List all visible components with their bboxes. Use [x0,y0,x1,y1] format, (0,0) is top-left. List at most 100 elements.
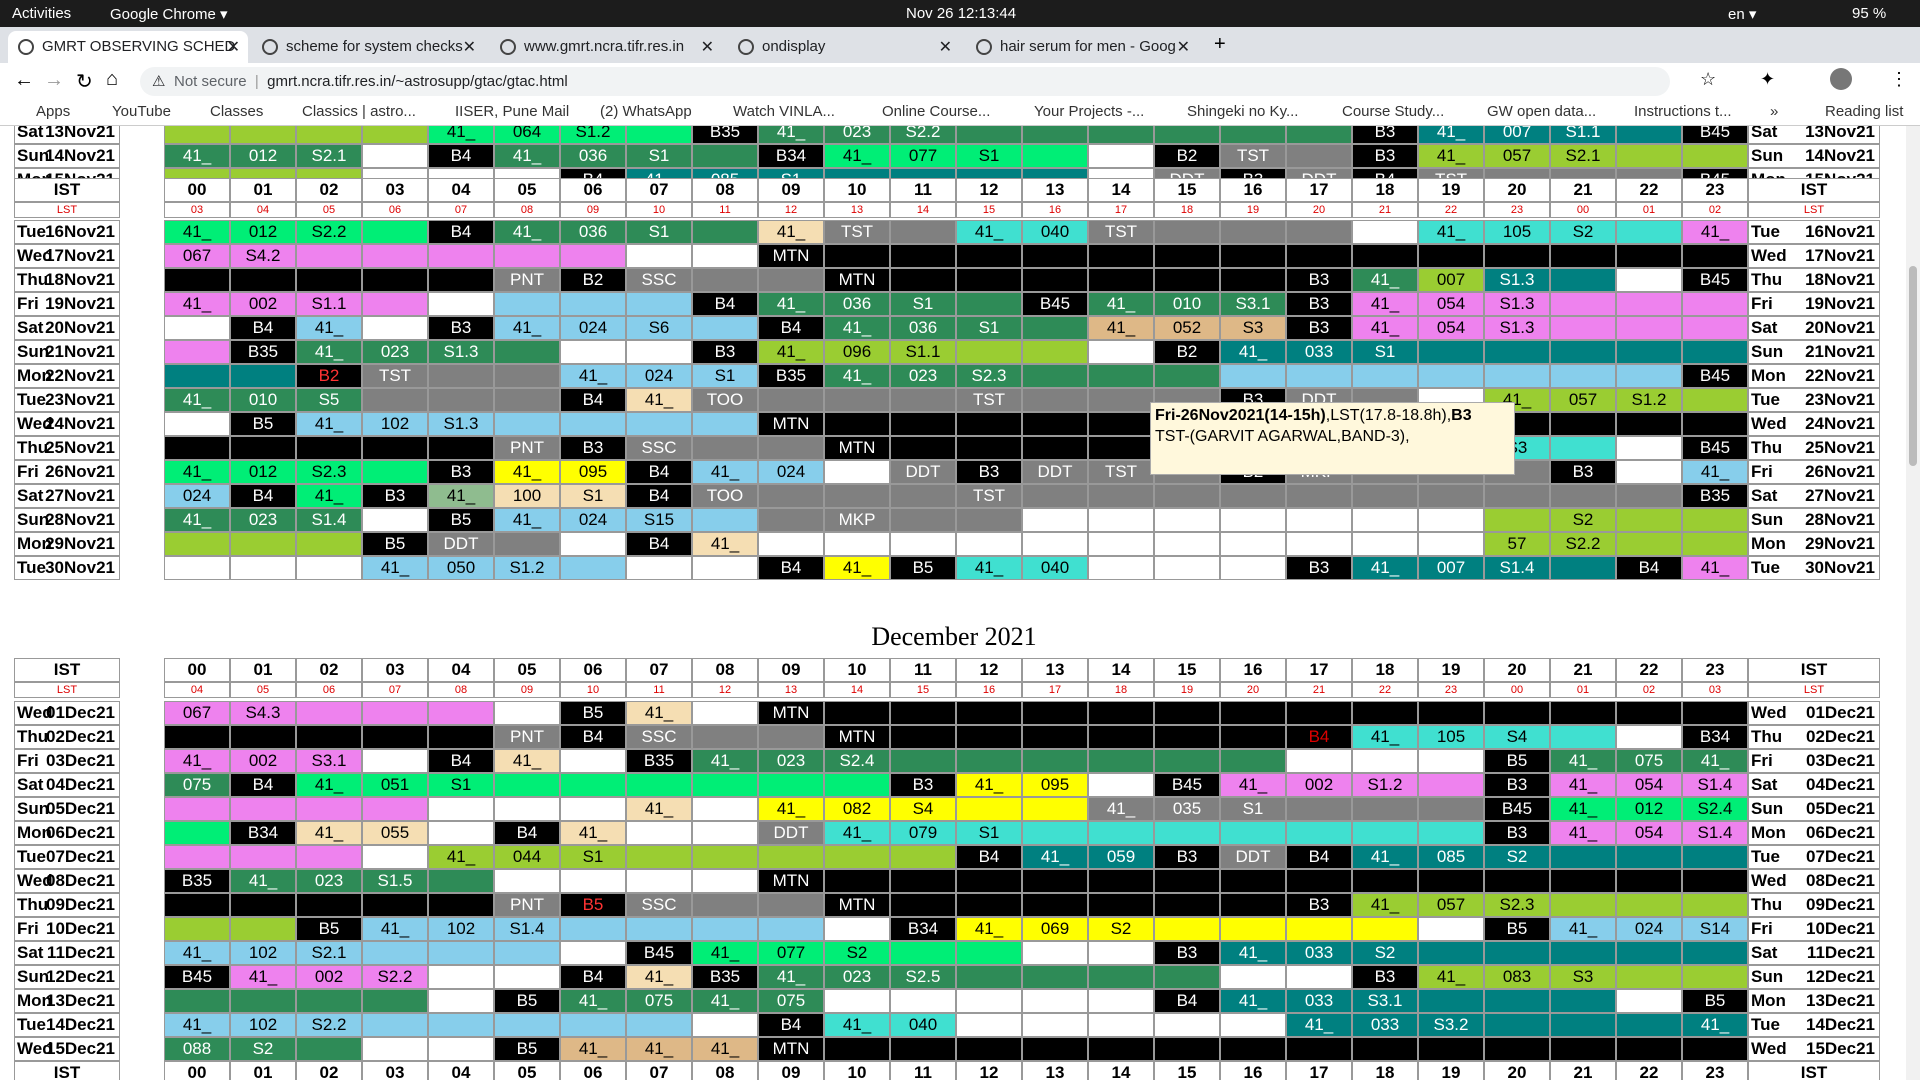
slot-cell[interactable]: B3 [1286,556,1352,580]
slot-cell[interactable] [494,532,560,556]
slot-cell[interactable] [1022,532,1088,556]
slot-cell[interactable] [362,508,428,532]
slot-cell[interactable] [362,126,428,144]
slot-cell[interactable] [1682,292,1748,316]
slot-cell[interactable] [1418,244,1484,268]
slot-cell[interactable]: S2 [1352,941,1418,965]
slot-cell[interactable]: DDT [1022,460,1088,484]
slot-cell[interactable]: B45 [1682,126,1748,144]
slot-cell[interactable]: 41_ [1682,556,1748,580]
slot-cell[interactable] [1616,869,1682,893]
slot-cell[interactable]: B2 [560,268,626,292]
slot-cell[interactable]: 41_ [494,316,560,340]
slot-cell[interactable]: 007 [1418,268,1484,292]
slot-cell[interactable] [1682,340,1748,364]
slot-cell[interactable]: 010 [230,388,296,412]
close-icon[interactable]: ✕ [701,37,714,57]
slot-cell[interactable]: B34 [890,917,956,941]
slot-cell[interactable] [1088,701,1154,725]
slot-cell[interactable]: S1.5 [362,869,428,893]
slot-cell[interactable] [230,917,296,941]
slot-cell[interactable]: B3 [956,460,1022,484]
slot-cell[interactable] [1550,316,1616,340]
slot-cell[interactable] [1022,797,1088,821]
slot-cell[interactable]: 41_ [1550,773,1616,797]
slot-cell[interactable] [230,364,296,388]
slot-cell[interactable] [1088,532,1154,556]
slot-cell[interactable] [164,268,230,292]
slot-cell[interactable]: 41_ [758,220,824,244]
slot-cell[interactable]: 41_ [1550,797,1616,821]
slot-cell[interactable]: S1 [626,144,692,168]
slot-cell[interactable] [230,268,296,292]
slot-cell[interactable] [164,917,230,941]
slot-cell[interactable]: S1.1 [1550,126,1616,144]
slot-cell[interactable]: 055 [362,821,428,845]
slot-cell[interactable] [164,126,230,144]
slot-cell[interactable] [758,388,824,412]
slot-cell[interactable]: TST [824,220,890,244]
slot-cell[interactable] [362,989,428,1013]
slot-cell[interactable] [1550,364,1616,388]
slot-cell[interactable] [626,845,692,869]
slot-cell[interactable]: 41_ [494,144,560,168]
slot-cell[interactable]: 024 [758,460,824,484]
slot-cell[interactable] [1616,364,1682,388]
slot-cell[interactable] [428,893,494,917]
slot-cell[interactable] [1220,268,1286,292]
slot-cell[interactable] [1154,484,1220,508]
slot-cell[interactable] [692,436,758,460]
slot-cell[interactable] [692,144,758,168]
slot-cell[interactable]: 036 [824,292,890,316]
slot-cell[interactable] [1220,126,1286,144]
slot-cell[interactable]: B3 [1154,845,1220,869]
slot-cell[interactable]: S2.3 [1484,893,1550,917]
slot-cell[interactable]: 41_ [758,965,824,989]
slot-cell[interactable]: B45 [1022,292,1088,316]
slot-cell[interactable] [560,797,626,821]
slot-cell[interactable] [1088,965,1154,989]
slot-cell[interactable]: S4 [890,797,956,821]
slot-cell[interactable] [890,268,956,292]
slot-cell[interactable] [824,869,890,893]
slot-cell[interactable]: B4 [1616,556,1682,580]
slot-cell[interactable]: 075 [1616,749,1682,773]
slot-cell[interactable] [692,797,758,821]
slot-cell[interactable] [1088,484,1154,508]
slot-cell[interactable]: 41_ [494,220,560,244]
slot-cell[interactable] [362,268,428,292]
slot-cell[interactable] [956,941,1022,965]
slot-cell[interactable] [1418,701,1484,725]
slot-cell[interactable]: TST [1220,144,1286,168]
slot-cell[interactable] [362,460,428,484]
slot-cell[interactable]: 057 [1418,893,1484,917]
slot-cell[interactable] [1352,917,1418,941]
slot-cell[interactable]: 41_ [626,388,692,412]
slot-cell[interactable] [1550,292,1616,316]
slot-cell[interactable]: 100 [494,484,560,508]
slot-cell[interactable] [1616,460,1682,484]
slot-cell[interactable] [956,340,1022,364]
slot-cell[interactable] [428,1013,494,1037]
slot-cell[interactable] [362,797,428,821]
slot-cell[interactable] [758,508,824,532]
slot-cell[interactable] [362,292,428,316]
slot-cell[interactable]: 057 [1484,144,1550,168]
slot-cell[interactable] [296,1037,362,1061]
slot-cell[interactable] [494,965,560,989]
slot-cell[interactable] [1418,508,1484,532]
slot-cell[interactable]: 41_ [824,144,890,168]
slot-cell[interactable]: 054 [1616,821,1682,845]
slot-cell[interactable] [1022,965,1088,989]
tab-4[interactable]: hair serum for men - Goog ✕ [966,31,1198,63]
slot-cell[interactable] [494,797,560,821]
slot-cell[interactable]: B4 [428,749,494,773]
bookmark-item[interactable]: Your Projects -... [1034,103,1144,120]
slot-cell[interactable] [824,917,890,941]
slot-cell[interactable] [758,725,824,749]
slot-cell[interactable] [1484,869,1550,893]
slot-cell[interactable]: 41_ [296,316,362,340]
slot-cell[interactable] [1550,869,1616,893]
slot-cell[interactable]: B4 [230,484,296,508]
slot-cell[interactable] [1352,220,1418,244]
